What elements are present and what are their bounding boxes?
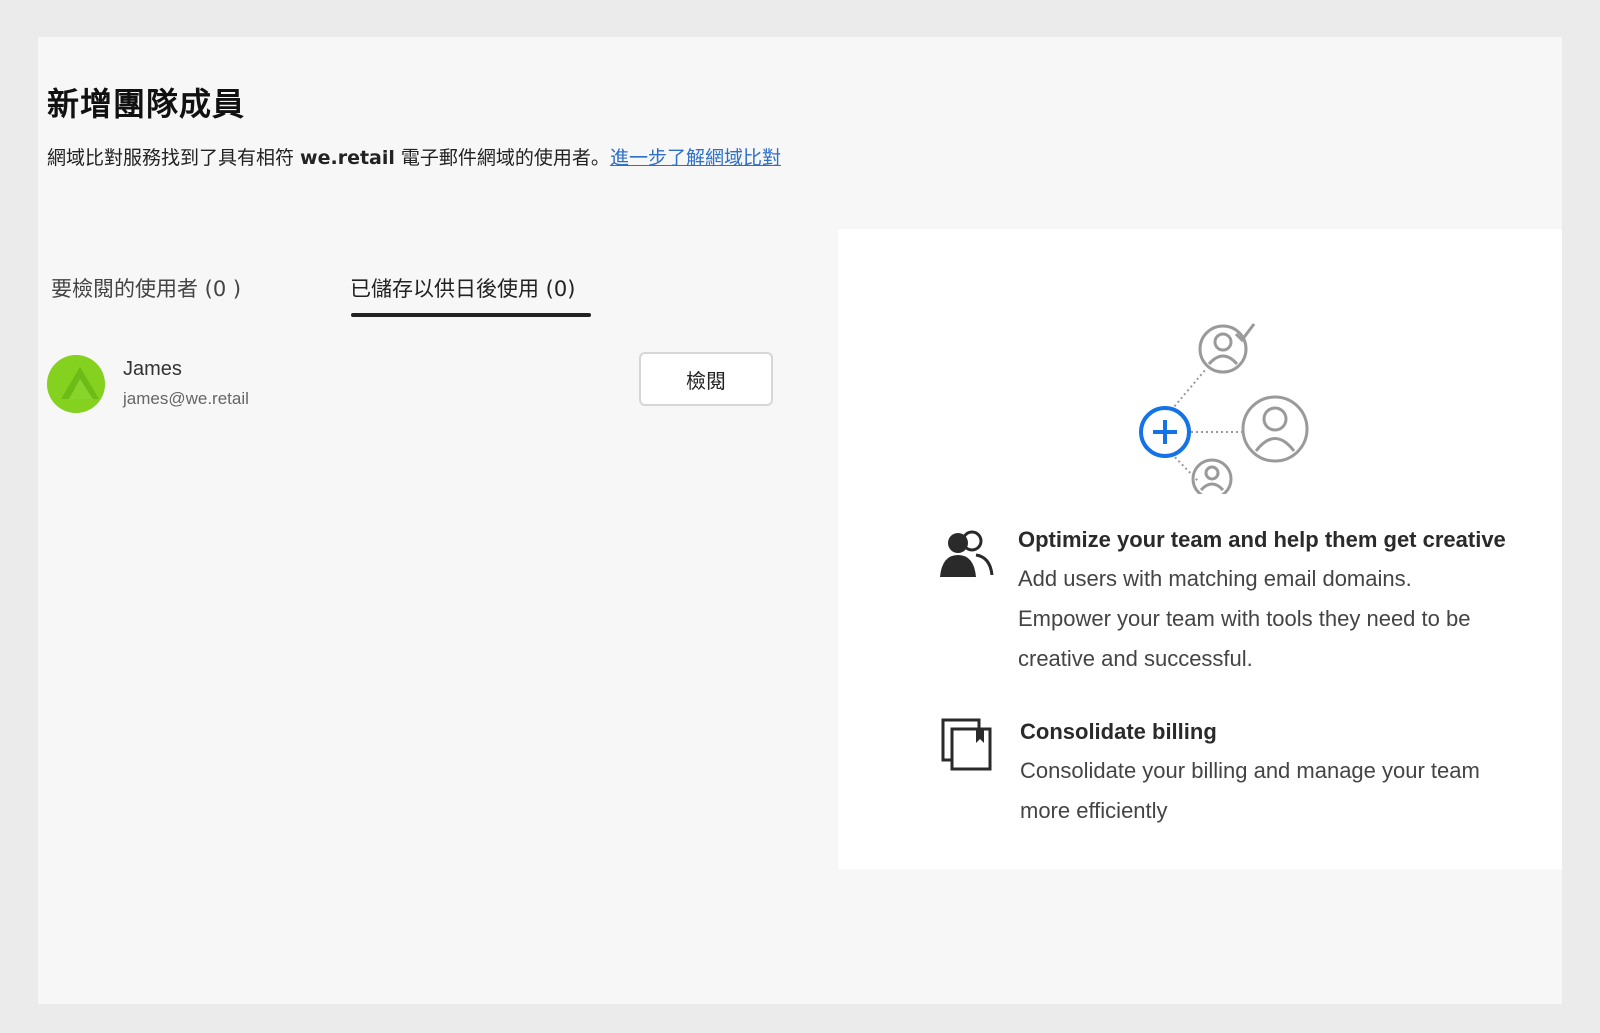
subtitle-prefix: 網域比對服務找到了具有相符 — [47, 147, 301, 169]
feature-desc-billing: Consolidate your billing and manage your… — [1020, 751, 1480, 831]
feature-desc-line: Empower your team with tools they need t… — [1018, 606, 1471, 631]
active-tab-indicator — [351, 313, 591, 317]
learn-more-link[interactable]: 進一步了解網域比對 — [610, 147, 781, 169]
review-button[interactable]: 檢閱 — [639, 352, 773, 406]
tab-users-to-review[interactable]: 要檢閱的使用者 (0 ) — [51, 273, 241, 303]
user-row: James james@we.retail 檢閱 — [47, 352, 777, 419]
user-name: James — [123, 358, 182, 380]
subtitle-domain: we.retail — [300, 147, 395, 169]
user-email: james@we.retail — [123, 389, 249, 408]
feature-desc-line: Consolidate your billing and manage your… — [1020, 758, 1480, 783]
add-users-network-illustration — [1139, 323, 1309, 494]
info-card: Optimize your team and help them get cre… — [838, 229, 1562, 869]
feature-desc-line: creative and successful. — [1018, 646, 1253, 671]
feature-desc-line: Add users with matching email domains. — [1018, 566, 1412, 591]
subtitle-suffix: 電子郵件網域的使用者。 — [394, 147, 610, 169]
page-title: 新增團隊成員 — [47, 85, 246, 123]
feature-title-billing: Consolidate billing — [1020, 719, 1217, 744]
billing-stack-icon — [941, 718, 992, 771]
feature-desc-line: more efficiently — [1020, 798, 1168, 823]
users-group-icon — [940, 530, 994, 577]
avatar — [47, 355, 105, 413]
avatar-graphic — [47, 355, 105, 413]
tab-saved-for-later[interactable]: 已儲存以供日後使用 (0) — [350, 273, 575, 303]
feature-title-optimize: Optimize your team and help them get cre… — [1018, 527, 1506, 552]
page-subtitle: 網域比對服務找到了具有相符 we.retail 電子郵件網域的使用者。進一步了解… — [47, 143, 781, 170]
feature-desc-optimize: Add users with matching email domains. E… — [1018, 559, 1470, 679]
main-panel: 新增團隊成員 網域比對服務找到了具有相符 we.retail 電子郵件網域的使用… — [38, 37, 1562, 1004]
